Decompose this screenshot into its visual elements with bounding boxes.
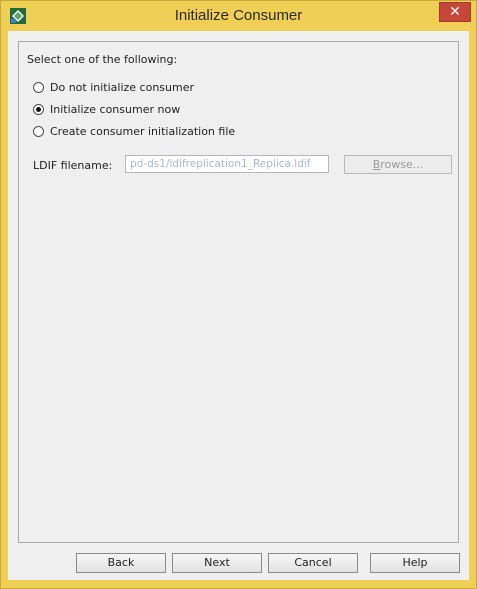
browse-label-rest: rowse...: [380, 158, 424, 171]
radio-do-not-initialize[interactable]: Do not initialize consumer: [33, 79, 194, 95]
radio-button-selected[interactable]: [33, 103, 44, 115]
radio-label: Initialize consumer now: [50, 102, 181, 116]
title-bar[interactable]: Initialize Consumer ✕: [1, 1, 476, 31]
help-button[interactable]: Help: [370, 553, 460, 573]
cancel-button[interactable]: Cancel: [268, 553, 358, 573]
radio-button[interactable]: [33, 81, 44, 93]
close-button[interactable]: ✕: [439, 2, 471, 22]
options-prompt: Select one of the following:: [27, 53, 178, 66]
dialog-window: Initialize Consumer ✕ Select one of the …: [0, 0, 477, 589]
next-button[interactable]: Next: [172, 553, 262, 573]
options-panel: Select one of the following: Do not init…: [18, 41, 459, 543]
radio-label: Do not initialize consumer: [50, 80, 195, 94]
radio-create-init-file[interactable]: Create consumer initialization file: [33, 123, 235, 139]
close-icon: ✕: [449, 4, 461, 20]
dialog-client-area: Select one of the following: Do not init…: [8, 31, 469, 580]
ldif-filename-input: pd-ds1/ldifreplication1_Replica.ldif: [125, 155, 329, 173]
back-button[interactable]: Back: [76, 553, 166, 573]
ldif-filename-label: LDIF filename:: [33, 159, 113, 172]
radio-button[interactable]: [33, 125, 44, 137]
radio-initialize-now[interactable]: Initialize consumer now: [33, 101, 180, 117]
browse-button: Browse...: [344, 155, 452, 174]
radio-label: Create consumer initialization file: [50, 124, 236, 138]
window-title: Initialize Consumer: [174, 7, 303, 24]
